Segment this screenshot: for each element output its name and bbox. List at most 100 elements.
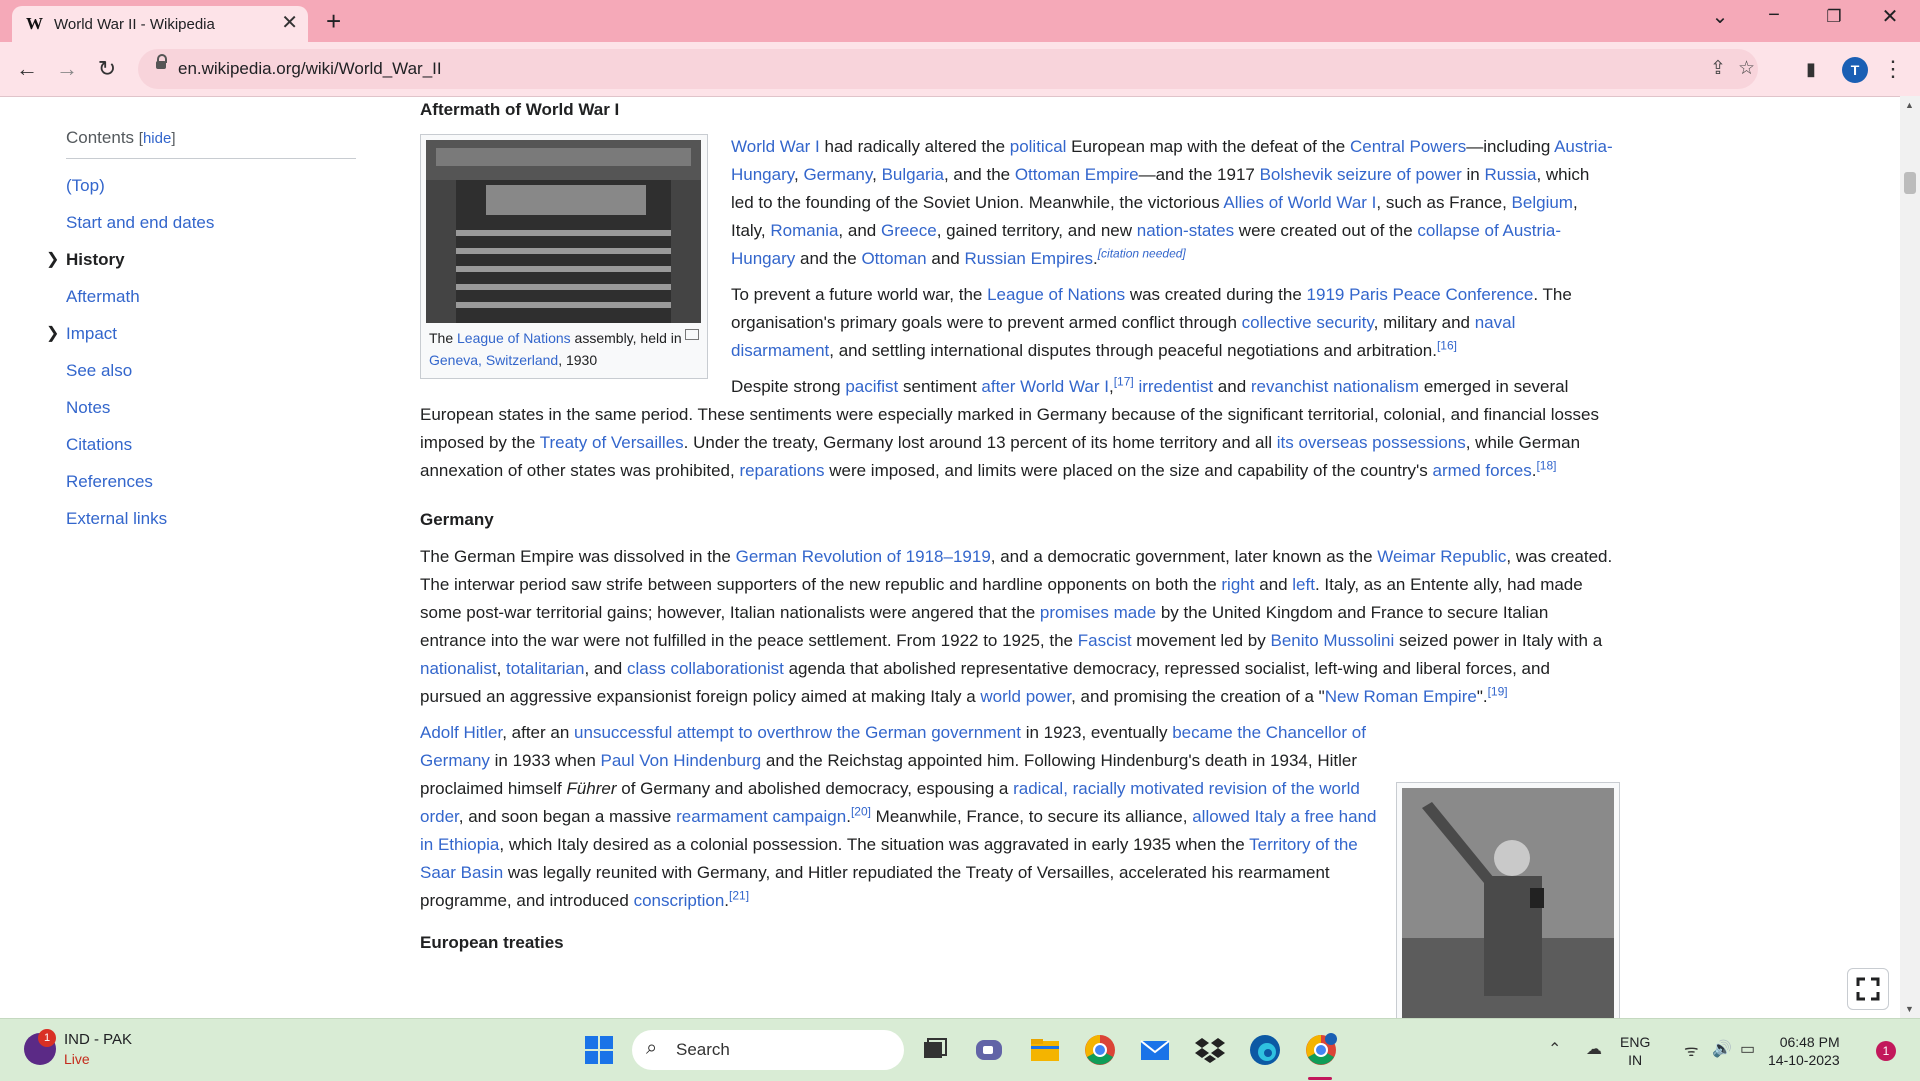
- mail-icon[interactable]: [1138, 1033, 1172, 1067]
- link-revanchist-nationalism[interactable]: revanchist nationalism: [1251, 377, 1419, 396]
- link-germany[interactable]: Germany: [803, 165, 872, 184]
- show-hidden-icons-chevron-icon[interactable]: ⌃: [1548, 1039, 1561, 1059]
- toc-item-notes[interactable]: Notes: [66, 398, 356, 418]
- link-greece[interactable]: Greece: [881, 221, 937, 240]
- link-adolf-hitler[interactable]: Adolf Hitler: [420, 723, 502, 742]
- link-ottoman[interactable]: Ottoman: [861, 249, 926, 268]
- news-widget-subtitle[interactable]: Live: [64, 1051, 90, 1067]
- link-romania[interactable]: Romania: [770, 221, 838, 240]
- link-new-roman-empire[interactable]: New Roman Empire: [1325, 687, 1477, 706]
- toc-item-external-links[interactable]: External links: [66, 509, 356, 529]
- link-rearmament-campaign[interactable]: rearmament campaign: [676, 807, 846, 826]
- address-bar[interactable]: en.wikipedia.org/wiki/World_War_II ⇪ ☆: [138, 49, 1758, 89]
- link-reparations[interactable]: reparations: [739, 461, 824, 480]
- edge-icon[interactable]: [1248, 1033, 1282, 1067]
- link-promises-made[interactable]: promises made: [1040, 603, 1156, 622]
- link-left[interactable]: left: [1292, 575, 1315, 594]
- url-text[interactable]: en.wikipedia.org/wiki/World_War_II: [178, 59, 442, 79]
- link-nation-states[interactable]: nation-states: [1137, 221, 1234, 240]
- profile-avatar[interactable]: T: [1842, 57, 1868, 83]
- notification-badge[interactable]: 1: [1876, 1041, 1896, 1061]
- link-political[interactable]: political: [1010, 137, 1067, 156]
- page-scrollbar[interactable]: ▲ ▼: [1900, 96, 1920, 1018]
- scroll-thumb[interactable]: [1904, 172, 1916, 194]
- reference-21[interactable]: [21]: [729, 888, 749, 902]
- reference-19[interactable]: [19]: [1488, 684, 1508, 698]
- chevron-right-icon[interactable]: ❯: [46, 249, 59, 269]
- link-world-power[interactable]: world power: [980, 687, 1071, 706]
- new-tab-button[interactable]: +: [326, 6, 341, 36]
- chrome-profile-icon[interactable]: [1304, 1033, 1338, 1067]
- toc-hide-link[interactable]: hide: [143, 130, 171, 147]
- link-class-collaborationist[interactable]: class collaborationist: [627, 659, 784, 678]
- link-nationalist[interactable]: nationalist: [420, 659, 497, 678]
- toc-item-history[interactable]: ❯ History: [46, 250, 356, 270]
- minimize-window-button[interactable]: −: [1754, 4, 1794, 27]
- windows-start-icon[interactable]: [582, 1033, 616, 1067]
- menu-icon[interactable]: ⋮: [1878, 54, 1908, 84]
- close-tab-icon[interactable]: ✕: [281, 12, 298, 34]
- onedrive-icon[interactable]: ☁: [1586, 1039, 1602, 1059]
- link-irredentist[interactable]: irredentist: [1138, 377, 1213, 396]
- link-collective-security[interactable]: collective security: [1242, 313, 1374, 332]
- battery-icon[interactable]: ▭: [1740, 1039, 1755, 1059]
- link-central-powers[interactable]: Central Powers: [1350, 137, 1466, 156]
- volume-icon[interactable]: 🔊: [1712, 1039, 1732, 1059]
- link-bolshevik-seizure[interactable]: Bolshevik seizure of power: [1260, 165, 1462, 184]
- link-beer-hall-putsch[interactable]: unsuccessful attempt to overthrow the Ge…: [574, 723, 1021, 742]
- toc-item-top[interactable]: (Top): [66, 176, 356, 196]
- link-totalitarian[interactable]: totalitarian: [506, 659, 584, 678]
- link-paris-peace-conference[interactable]: 1919 Paris Peace Conference: [1307, 285, 1534, 304]
- link-conscription[interactable]: conscription: [634, 891, 725, 910]
- link-right[interactable]: right: [1221, 575, 1254, 594]
- dropbox-icon[interactable]: [1193, 1033, 1227, 1067]
- taskbar-search-box[interactable]: ⌕ Search: [632, 1030, 904, 1070]
- toc-item-start-end-dates[interactable]: Start and end dates: [66, 213, 356, 233]
- clock[interactable]: 06:48 PM 14-10-2023: [1768, 1033, 1840, 1069]
- link-ottoman-empire[interactable]: Ottoman Empire: [1015, 165, 1139, 184]
- toc-item-references[interactable]: References: [66, 472, 356, 492]
- link-fascist[interactable]: Fascist: [1078, 631, 1132, 650]
- link-armed-forces[interactable]: armed forces: [1433, 461, 1532, 480]
- tab-search-chevron-icon[interactable]: ⌄: [1700, 4, 1740, 29]
- link-belgium[interactable]: Belgium: [1512, 193, 1573, 212]
- restore-window-button[interactable]: ❐: [1814, 7, 1854, 27]
- reference-20[interactable]: [20]: [851, 804, 871, 818]
- scroll-down-icon[interactable]: ▼: [1905, 1004, 1914, 1014]
- forward-icon[interactable]: →: [52, 54, 82, 84]
- share-icon[interactable]: ⇪: [1710, 57, 1726, 80]
- scroll-up-icon[interactable]: ▲: [1905, 100, 1914, 110]
- reference-17[interactable]: [17]: [1114, 374, 1134, 388]
- fullscreen-icon[interactable]: [1847, 968, 1889, 1010]
- chevron-right-icon[interactable]: ❯: [46, 323, 59, 343]
- toc-item-aftermath[interactable]: Aftermath: [66, 287, 356, 307]
- link-league-of-nations[interactable]: League of Nations: [987, 285, 1125, 304]
- browser-tab-active[interactable]: W World War II - Wikipedia ✕: [12, 6, 308, 42]
- link-treaty-of-versailles[interactable]: Treaty of Versailles: [540, 433, 684, 452]
- chat-icon[interactable]: [972, 1033, 1006, 1067]
- task-view-icon[interactable]: [918, 1033, 952, 1067]
- sidepanel-icon[interactable]: ▮: [1796, 54, 1826, 84]
- news-widget-title[interactable]: IND - PAK: [64, 1031, 132, 1048]
- toc-item-impact[interactable]: ❯ Impact: [46, 324, 356, 344]
- back-icon[interactable]: ←: [12, 54, 42, 84]
- link-after-wwi[interactable]: after World War I: [981, 377, 1109, 396]
- link-russia[interactable]: Russia: [1484, 165, 1536, 184]
- chrome-icon[interactable]: [1083, 1033, 1117, 1067]
- reference-18[interactable]: [18]: [1536, 458, 1556, 472]
- reload-icon[interactable]: ↻: [92, 54, 122, 84]
- bookmark-star-icon[interactable]: ☆: [1738, 57, 1755, 80]
- toc-item-citations[interactable]: Citations: [66, 435, 356, 455]
- link-world-war-i[interactable]: World War I: [731, 137, 820, 156]
- lock-icon[interactable]: [156, 54, 167, 69]
- toc-item-see-also[interactable]: See also: [66, 361, 356, 381]
- link-bulgaria[interactable]: Bulgaria: [882, 165, 944, 184]
- link-weimar-republic[interactable]: Weimar Republic: [1377, 547, 1506, 566]
- language-indicator[interactable]: ENG IN: [1620, 1033, 1650, 1069]
- link-paul-von-hindenburg[interactable]: Paul Von Hindenburg: [601, 751, 762, 770]
- link-overseas-possessions[interactable]: its overseas possessions: [1277, 433, 1466, 452]
- citation-needed-link[interactable]: [citation needed]: [1098, 246, 1186, 260]
- wifi-icon[interactable]: ᯤ: [1684, 1039, 1699, 1061]
- link-russian-empires[interactable]: Russian Empires: [964, 249, 1093, 268]
- link-benito-mussolini[interactable]: Benito Mussolini: [1270, 631, 1394, 650]
